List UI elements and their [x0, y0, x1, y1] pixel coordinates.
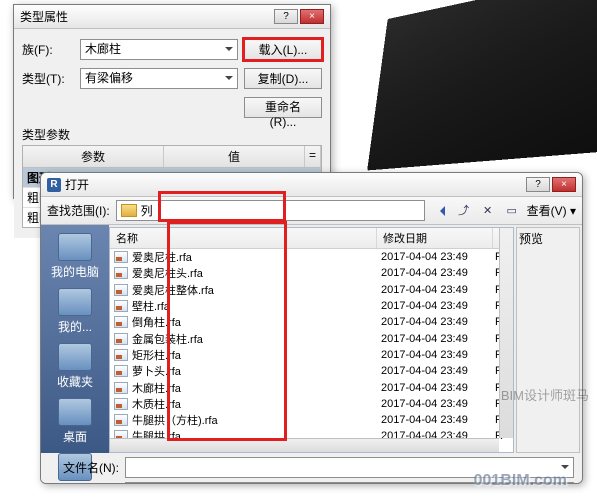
back-icon[interactable] [431, 202, 449, 220]
copy-button[interactable]: 复制(D)... [244, 68, 322, 89]
open-titlebar[interactable]: R 打开 ? × [41, 173, 582, 197]
find-range-label: 查找范围(I): [47, 202, 110, 219]
preview-pane: 预览 [516, 227, 580, 453]
col-extra: = [305, 146, 321, 167]
col-value[interactable]: 值 [164, 146, 305, 167]
rfa-file-icon [114, 316, 128, 328]
places-bar: 我的电脑我的...收藏夹桌面Metric L... [41, 225, 109, 453]
viewport-3d-object [367, 0, 597, 170]
folder-icon [121, 204, 137, 217]
place-item[interactable]: 我的... [41, 284, 109, 339]
up-icon[interactable]: ⤴ [455, 202, 473, 220]
rfa-file-icon [114, 398, 128, 410]
help-button[interactable]: ? [274, 9, 298, 24]
dialog-title: 类型属性 [20, 8, 68, 25]
rfa-file-icon [114, 267, 128, 279]
file-row[interactable]: 矩形柱.rfa2017-04-04 23:49R [110, 347, 513, 363]
file-row[interactable]: 木廊柱.rfa2017-04-04 23:49R [110, 379, 513, 395]
open-title: 打开 [65, 176, 89, 193]
file-row[interactable]: 爱奥尼柱.rfa2017-04-04 23:49R [110, 249, 513, 265]
rfa-file-icon [114, 300, 128, 312]
rfa-file-icon [114, 251, 128, 263]
rfa-file-icon [114, 414, 128, 426]
file-list[interactable]: 名称 修改日期 类 爱奥尼柱.rfa2017-04-04 23:49R爱奥尼柱头… [109, 227, 514, 453]
rfa-file-icon [114, 365, 128, 377]
type-properties-titlebar[interactable]: 类型属性 ? × [14, 5, 330, 29]
watermark-author: BIM设计师斑马 [501, 385, 589, 404]
folder-name: 列 [141, 202, 153, 219]
col-param[interactable]: 参数 [23, 146, 164, 167]
filename-field[interactable] [125, 457, 574, 478]
hscrollbar[interactable] [110, 438, 499, 452]
view-menu[interactable]: 查看(V) ▾ [527, 202, 576, 219]
open-toolbar: 查找范围(I): 列 ⤴ ✕ ▭ 查看(V) ▾ [41, 197, 582, 225]
family-label: 族(F): [22, 41, 74, 58]
folder-field[interactable]: 列 [116, 200, 425, 221]
place-item[interactable]: 桌面 [41, 394, 109, 449]
file-row[interactable]: 金属包装柱.rfa2017-04-04 23:49R [110, 330, 513, 346]
newfolder-icon[interactable]: ▭ [503, 202, 521, 220]
rfa-file-icon [114, 349, 128, 361]
vscrollbar[interactable] [499, 228, 513, 438]
place-item[interactable]: 收藏夹 [41, 339, 109, 394]
family-select[interactable]: 木廊柱 [80, 39, 238, 60]
close-button[interactable]: × [300, 9, 324, 24]
place-item[interactable]: 我的电脑 [41, 229, 109, 284]
rename-button[interactable]: 重命名(R)... [244, 97, 322, 118]
type-select[interactable]: 有梁偏移 [80, 68, 238, 89]
file-row[interactable]: 木质柱.rfa2017-04-04 23:49R [110, 396, 513, 412]
load-button[interactable]: 载入(L)... [244, 39, 322, 60]
revit-icon: R [47, 178, 61, 192]
type-properties-dialog: 类型属性 ? × 族(F): 木廊柱 载入(L)... 类型(T): 有梁偏移 … [13, 4, 331, 199]
rfa-file-icon [114, 333, 128, 345]
col-name[interactable]: 名称 [110, 228, 377, 248]
type-label: 类型(T): [22, 70, 74, 87]
file-row[interactable]: 倒角柱.rfa2017-04-04 23:49R [110, 314, 513, 330]
file-row[interactable]: 爱奥尼柱整体.rfa2017-04-04 23:49R [110, 282, 513, 298]
filename-label: 文件名(N): [49, 459, 119, 476]
rfa-file-icon [114, 284, 128, 296]
file-row[interactable]: 牛腿拱（方柱).rfa2017-04-04 23:49R [110, 412, 513, 428]
rfa-file-icon [114, 382, 128, 394]
file-row[interactable]: 爱奥尼柱头.rfa2017-04-04 23:49R [110, 265, 513, 281]
file-row[interactable]: 壁柱.rfa2017-04-04 23:49R [110, 298, 513, 314]
file-row[interactable]: 萝卜头.rfa2017-04-04 23:49R [110, 363, 513, 379]
open-dialog: R 打开 ? × 查找范围(I): 列 ⤴ ✕ ▭ 查看(V) ▾ 我的电脑我的… [40, 172, 583, 484]
close-button[interactable]: × [552, 177, 576, 192]
help-button[interactable]: ? [526, 177, 550, 192]
delete-icon[interactable]: ✕ [479, 202, 497, 220]
filetype-select[interactable]: 所有受支持的文件 (*.rfa, *.adsk) [125, 482, 574, 484]
col-date[interactable]: 修改日期 [377, 228, 493, 248]
